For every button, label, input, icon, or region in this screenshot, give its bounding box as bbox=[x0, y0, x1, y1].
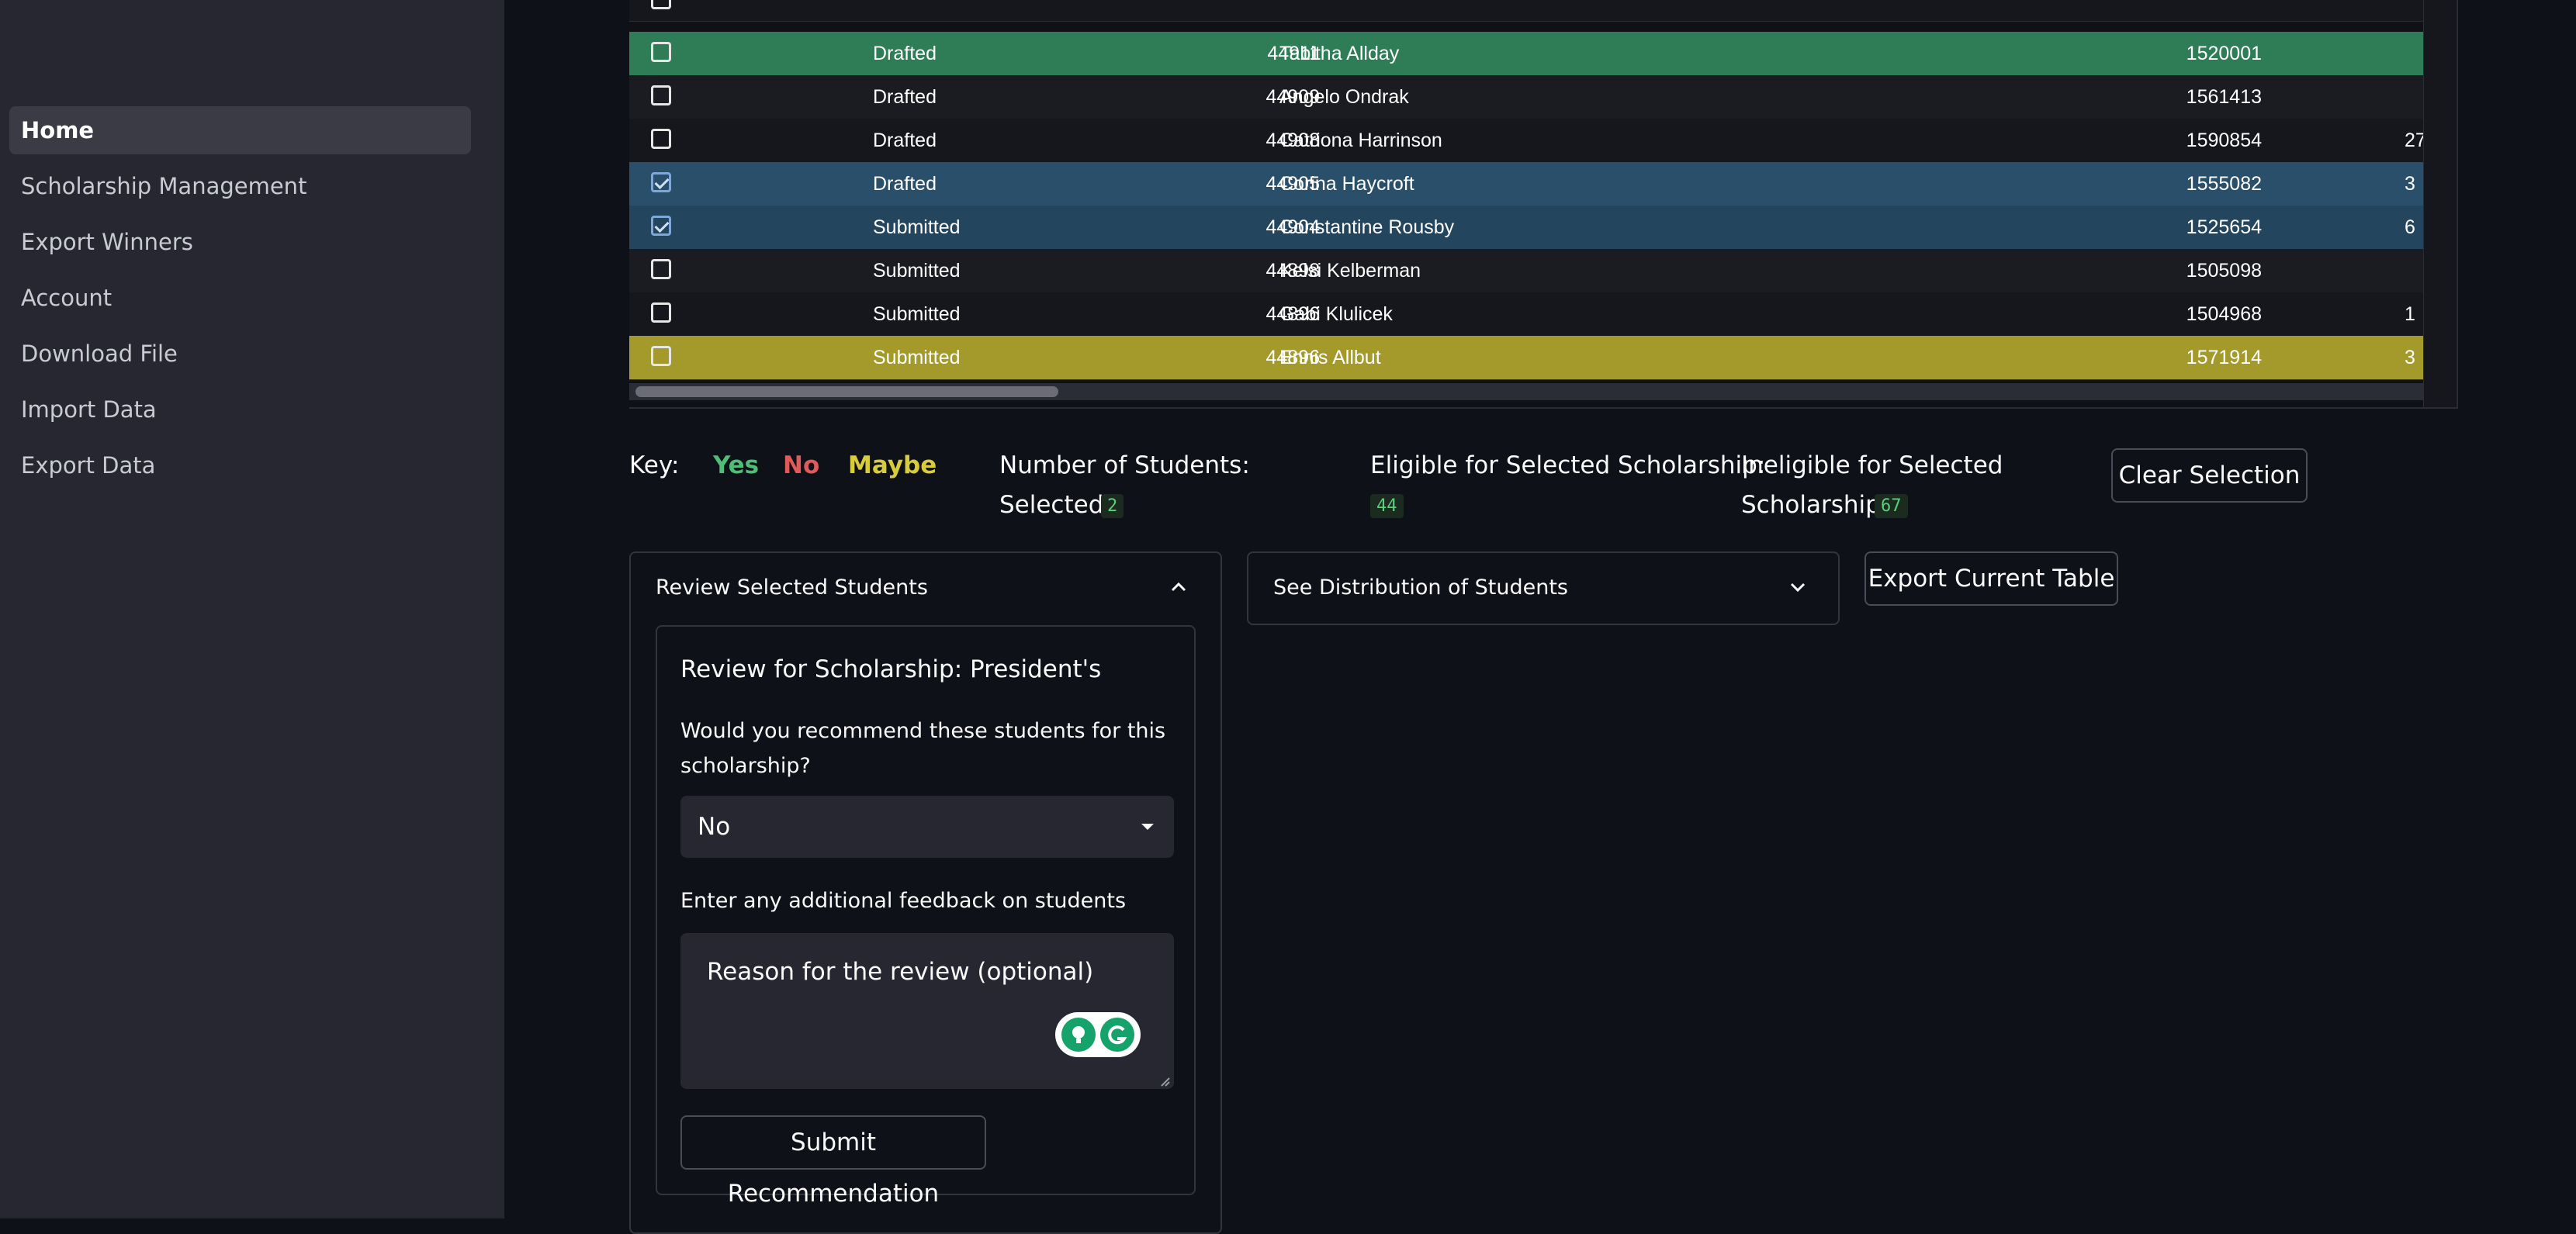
key-yes: Yes bbox=[713, 451, 760, 479]
table-row[interactable]: Drafted 44905 Corina Haycroft 1555082 3 bbox=[629, 162, 2423, 206]
sidebar-item-export-data[interactable]: Export Data bbox=[9, 441, 471, 489]
students-table: Drafted 44911 Tabitha Allday 1520001 Dra… bbox=[629, 0, 2458, 409]
chevron-up-icon[interactable] bbox=[1169, 578, 1188, 596]
submit-recommendation-button[interactable]: Submit Recommendation bbox=[680, 1115, 986, 1208]
sidebar: Home Scholarship Management Export Winne… bbox=[0, 0, 504, 1218]
name-cell: Kelsi Kelberman bbox=[1279, 260, 1421, 282]
table-row[interactable]: Drafted 44908 Catriona Harrinson 1590854… bbox=[629, 119, 2426, 163]
status-cell: Submitted bbox=[873, 347, 961, 368]
status-cell: Submitted bbox=[873, 260, 961, 282]
horizontal-scrollbar[interactable] bbox=[629, 383, 2423, 400]
number-cell: 1561413 bbox=[2186, 86, 2262, 108]
name-cell: Angelo Ondrak bbox=[1279, 86, 1409, 108]
ineligible-count: 67 bbox=[1875, 494, 1908, 518]
number-cell: 1555082 bbox=[2186, 173, 2262, 195]
number-cell: 1571914 bbox=[2186, 347, 2262, 368]
status-cell: Drafted bbox=[873, 43, 937, 64]
key-maybe: Maybe bbox=[848, 451, 937, 479]
row-checkbox[interactable] bbox=[651, 42, 671, 62]
sidebar-item-scholarship-management[interactable]: Scholarship Management bbox=[9, 162, 471, 210]
lightbulb-icon[interactable] bbox=[1061, 1018, 1096, 1052]
export-current-table-button[interactable]: Export Current Table bbox=[1864, 551, 2118, 606]
row-checkbox[interactable] bbox=[651, 85, 671, 105]
row-checkbox[interactable] bbox=[651, 302, 671, 323]
row-checkbox[interactable] bbox=[651, 172, 671, 192]
number-cell: 1504968 bbox=[2186, 303, 2262, 325]
resize-handle-icon[interactable] bbox=[1159, 1075, 1170, 1090]
table-row[interactable]: Drafted 44911 Tabitha Allday 1520001 bbox=[629, 32, 2423, 76]
table-row[interactable]: Submitted 44896 Ennis Allbut 1571914 3 bbox=[629, 336, 2423, 380]
recommend-select[interactable]: No bbox=[680, 796, 1174, 858]
clear-selection-button[interactable]: Clear Selection bbox=[2111, 448, 2308, 503]
table-row[interactable]: Submitted 44896 Gabi Klulicek 1504968 1 bbox=[629, 292, 2423, 337]
students-selected-label: Number of Students: bbox=[999, 451, 1250, 479]
status-cell: Submitted bbox=[873, 216, 961, 238]
eligible-count: 44 bbox=[1370, 494, 1404, 518]
row-checkbox[interactable] bbox=[651, 0, 671, 9]
feedback-label: Enter any additional feedback on student… bbox=[680, 889, 1127, 913]
review-heading: Review for Scholarship: President's bbox=[680, 655, 1102, 683]
key-label: Key: bbox=[629, 451, 680, 479]
recommend-question-2: scholarship? bbox=[680, 754, 811, 778]
sidebar-item-download-file[interactable]: Download File bbox=[9, 330, 471, 378]
distribution-expander-title[interactable]: See Distribution of Students bbox=[1273, 576, 1568, 600]
row-checkbox[interactable] bbox=[651, 216, 671, 236]
number-cell: 1590854 bbox=[2186, 130, 2262, 151]
number-cell: 1520001 bbox=[2186, 43, 2262, 64]
students-selected-count: 2 bbox=[1101, 494, 1124, 518]
feedback-textarea[interactable]: Reason for the review (optional) bbox=[680, 933, 1174, 1089]
table-row[interactable]: Submitted 44898 Kelsi Kelberman 1505098 bbox=[629, 249, 2423, 293]
sidebar-item-home[interactable]: Home bbox=[9, 106, 471, 154]
status-cell: Submitted bbox=[873, 303, 961, 325]
sidebar-item-export-winners[interactable]: Export Winners bbox=[9, 218, 471, 266]
table-row-partial bbox=[629, 0, 2423, 22]
name-cell: Catriona Harrinson bbox=[1279, 130, 1442, 151]
vertical-scrollbar[interactable] bbox=[2423, 0, 2456, 407]
number-cell: 1525654 bbox=[2186, 216, 2262, 238]
number-cell: 1505098 bbox=[2186, 260, 2262, 282]
eligible-label: Eligible for Selected Scholarship: bbox=[1370, 451, 1766, 479]
caret-down-icon bbox=[1140, 821, 1155, 835]
scrollbar-thumb[interactable] bbox=[635, 386, 1058, 397]
chevron-down-icon[interactable] bbox=[1788, 578, 1807, 596]
status-cell: Drafted bbox=[873, 86, 937, 108]
row-checkbox[interactable] bbox=[651, 129, 671, 149]
status-cell: Drafted bbox=[873, 130, 937, 151]
sidebar-item-import-data[interactable]: Import Data bbox=[9, 385, 471, 434]
name-cell: Gabi Klulicek bbox=[1279, 303, 1393, 325]
name-cell: Ennis Allbut bbox=[1279, 347, 1381, 368]
name-cell: Corina Haycroft bbox=[1279, 173, 1414, 195]
table-row[interactable]: Drafted 44909 Angelo Ondrak 1561413 bbox=[629, 75, 2423, 119]
table-row[interactable]: Submitted 44904 Constantine Rousby 15256… bbox=[629, 206, 2423, 250]
row-checkbox[interactable] bbox=[651, 259, 671, 279]
grammarly-widget[interactable] bbox=[1055, 1012, 1141, 1057]
review-expander-title[interactable]: Review Selected Students bbox=[656, 576, 928, 600]
name-cell: Tabitha Allday bbox=[1279, 43, 1400, 64]
students-selected-label-2: Selected: bbox=[999, 491, 1112, 519]
ineligible-label-2: Scholarship: bbox=[1741, 491, 1889, 519]
key-no: No bbox=[783, 451, 820, 479]
recommend-select-value: No bbox=[698, 813, 731, 841]
status-cell: Drafted bbox=[873, 173, 937, 195]
grammarly-icon[interactable] bbox=[1100, 1018, 1134, 1052]
row-checkbox[interactable] bbox=[651, 346, 671, 366]
recommend-question: Would you recommend these students for t… bbox=[680, 719, 1166, 743]
name-cell: Constantine Rousby bbox=[1279, 216, 1455, 238]
ineligible-label: Ineligible for Selected bbox=[1741, 451, 2003, 479]
sidebar-item-account[interactable]: Account bbox=[9, 274, 471, 322]
